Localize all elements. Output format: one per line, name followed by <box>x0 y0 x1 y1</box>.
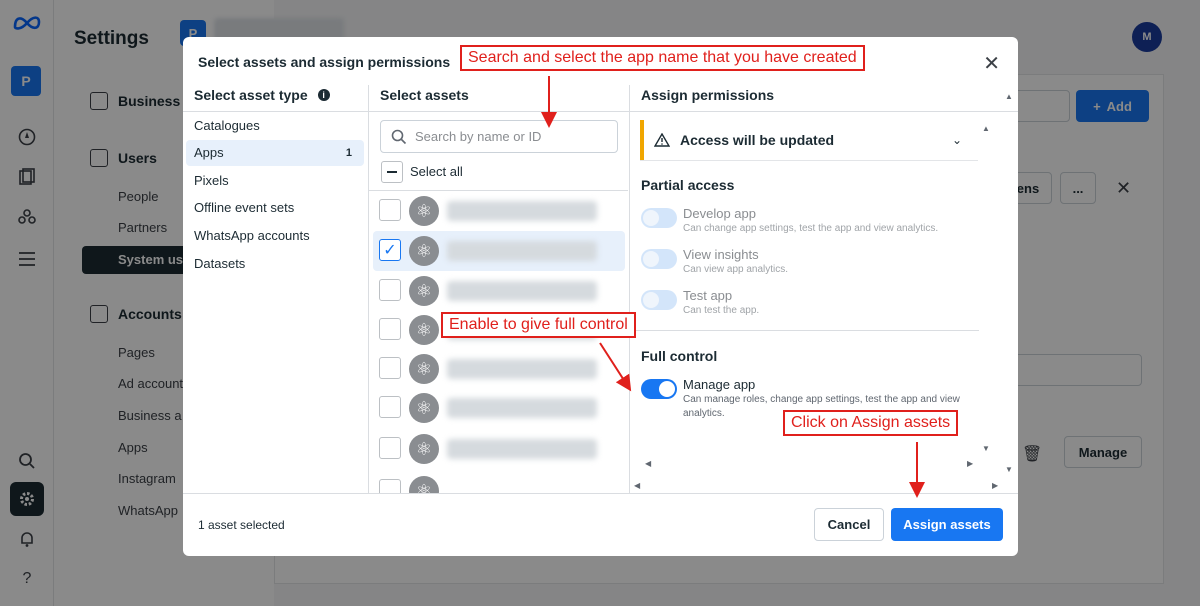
scroll-right-icon[interactable]: ▶ <box>992 481 998 490</box>
dialog-title: Select assets and assign permissions <box>198 54 451 70</box>
assign-assets-button[interactable]: Assign assets <box>891 508 1003 541</box>
app-icon: ⚛ <box>409 434 439 464</box>
app-icon: ⚛ <box>409 236 439 266</box>
app-icon: ⚛ <box>409 354 439 384</box>
column-divider <box>368 85 369 493</box>
list-item[interactable]: ✓ ⚛ <box>373 231 625 271</box>
scroll-up-icon[interactable]: ▲ <box>1005 92 1013 101</box>
develop-app-toggle[interactable] <box>641 208 677 228</box>
scroll-down-icon[interactable]: ▼ <box>1005 465 1013 474</box>
asset-checkbox[interactable] <box>379 357 401 379</box>
asset-checkbox[interactable] <box>379 437 401 459</box>
section-divider <box>629 330 979 331</box>
asset-type-datasets[interactable]: Datasets <box>186 251 364 277</box>
cancel-button[interactable]: Cancel <box>814 508 884 541</box>
close-icon[interactable]: ✕ <box>983 51 1000 76</box>
asset-type-whatsapp[interactable]: WhatsApp accounts <box>186 223 364 249</box>
asset-type-pixels[interactable]: Pixels <box>186 168 364 194</box>
full-control-label: Full control <box>641 348 718 364</box>
search-icon <box>391 129 407 144</box>
annotation-search: Search and select the app name that you … <box>460 45 865 71</box>
asset-checkbox[interactable]: ✓ <box>379 239 401 261</box>
access-warning[interactable]: Access will be updated ⌄ <box>640 120 978 160</box>
header-divider <box>183 111 1018 112</box>
warning-icon <box>654 133 670 147</box>
select-all-checkbox[interactable] <box>381 161 403 183</box>
list-item[interactable]: ⚛ <box>373 471 625 493</box>
search-input[interactable] <box>415 129 605 144</box>
scroll-up-icon[interactable]: ▲ <box>982 124 990 133</box>
footer-divider <box>183 493 1018 494</box>
asset-type-apps[interactable]: Apps 1 <box>186 140 364 166</box>
asset-type-heading: Select asset type i <box>194 87 330 103</box>
asset-checkbox[interactable] <box>379 479 401 493</box>
app-icon: ⚛ <box>409 315 439 345</box>
app-icon: ⚛ <box>409 476 439 493</box>
permission-test-app: Test app Can test the app. <box>641 286 981 326</box>
count-badge: 1 <box>345 147 352 159</box>
assign-assets-dialog: Select assets and assign permissions ✕ S… <box>183 37 1018 556</box>
manage-app-toggle[interactable] <box>641 379 677 399</box>
chevron-down-icon[interactable]: ⌄ <box>952 133 962 147</box>
select-assets-heading: Select assets <box>380 87 469 103</box>
info-icon[interactable]: i <box>317 89 330 101</box>
app-icon: ⚛ <box>409 393 439 423</box>
test-app-toggle[interactable] <box>641 290 677 310</box>
asset-checkbox[interactable] <box>379 199 401 221</box>
app-icon: ⚛ <box>409 196 439 226</box>
asset-checkbox[interactable] <box>379 318 401 340</box>
partial-access-label: Partial access <box>641 177 735 193</box>
selection-status: 1 asset selected <box>198 518 285 532</box>
list-item[interactable]: ⚛ <box>373 388 625 428</box>
column-divider <box>629 85 630 493</box>
search-box[interactable] <box>380 120 618 153</box>
scroll-left-icon[interactable]: ◀ <box>634 481 640 490</box>
asset-type-offline-events[interactable]: Offline event sets <box>186 195 364 221</box>
view-insights-toggle[interactable] <box>641 249 677 269</box>
scroll-left-icon[interactable]: ◀ <box>645 459 651 468</box>
annotation-toggle: Enable to give full control <box>441 312 636 338</box>
select-all-label: Select all <box>410 164 463 179</box>
annotation-assign: Click on Assign assets <box>783 410 959 436</box>
asset-checkbox[interactable] <box>379 396 401 418</box>
permission-develop-app: Develop app Can change app settings, tes… <box>641 204 981 244</box>
list-item[interactable]: ⚛ <box>373 429 625 469</box>
list-item[interactable]: ⚛ <box>373 271 625 311</box>
list-item[interactable]: ⚛ <box>373 191 625 231</box>
scroll-right-icon[interactable]: ▶ <box>967 459 973 468</box>
scroll-down-icon[interactable]: ▼ <box>982 444 990 453</box>
asset-checkbox[interactable] <box>379 279 401 301</box>
permission-view-insights: View insights Can view app analytics. <box>641 245 981 285</box>
assign-permissions-heading: Assign permissions <box>641 87 775 103</box>
list-item[interactable]: ⚛ <box>373 349 625 389</box>
asset-type-catalogues[interactable]: Catalogues <box>186 113 364 139</box>
app-icon: ⚛ <box>409 276 439 306</box>
